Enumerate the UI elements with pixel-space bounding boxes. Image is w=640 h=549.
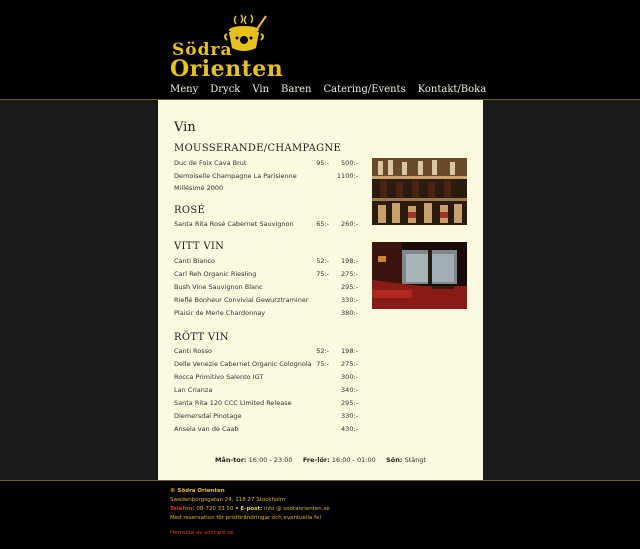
wine-name: Ansela van de Caab	[174, 425, 239, 433]
section-title-rose: ROSÉ	[174, 205, 206, 216]
nav-meny[interactable]: Meny	[170, 84, 198, 95]
nav-baren[interactable]: Baren	[281, 84, 311, 95]
header: Södra Orienten Meny Dryck Vin Baren Cate…	[0, 0, 640, 100]
wine-name: Rocca Primitivo Salento IGT	[174, 373, 264, 381]
glass-price: 75:-	[316, 360, 329, 368]
wine-name: Plaisir de Merle Chardonnay	[174, 309, 266, 317]
wine-name: Carl Reh Organic Riesling	[174, 270, 257, 278]
restaurant-interior-photo	[372, 242, 467, 309]
glass-price: 75:-	[316, 270, 329, 278]
hours-mon: 16:00 - 23:00	[248, 456, 293, 464]
bottle-price: 275:-	[341, 270, 358, 278]
wine-name: Santa Rita 120 CCC Limited Release	[174, 399, 292, 407]
nav-vin[interactable]: Vin	[252, 84, 269, 95]
footer-reservation: Med reservation för prisförändringar och…	[170, 515, 322, 521]
footer: © Södra Orienten Swedenborgsgatan 24, 11…	[0, 481, 640, 549]
main-nav: Meny Dryck Vin Baren Catering/Events Kon…	[170, 84, 498, 95]
wine-name: Delle Venezie Cabernet Organic Colognola	[174, 360, 312, 368]
logo-line2: Orienten	[170, 56, 284, 82]
wine-name: Canti Rosso	[174, 347, 213, 355]
wine-name: Demoiselle Champagne La Parisienne Millé…	[174, 172, 297, 192]
wine-bottles-photo	[372, 158, 467, 225]
glass-price: 52:-	[316, 347, 329, 355]
wine-name: Canti Bianco	[174, 257, 215, 265]
nav-catering-events[interactable]: Catering/Events	[324, 84, 406, 95]
glass-price: 95:-	[316, 159, 329, 167]
bottle-price: 295:-	[341, 283, 358, 291]
section-title-vitt-vin: VITT VIN	[174, 241, 225, 252]
hours-fri-label: Fre-lör:	[302, 456, 330, 464]
email-link[interactable]: info @ sodraorienten.se	[264, 506, 330, 512]
bottle-price: 275:-	[341, 360, 358, 368]
bottle-price: 260:-	[341, 220, 358, 228]
credit-label: Hemsida av	[170, 530, 203, 536]
hours-sun: Stängt	[404, 456, 427, 464]
bottle-price: 198:-	[341, 257, 358, 265]
footer-contact: Telefon: 08-720 33 50 • E-post: info @ s…	[170, 506, 330, 512]
bottle-price: 300:-	[341, 373, 358, 381]
bottle-price: 295:-	[341, 399, 358, 407]
section-title-mousserande: MOUSSERANDE/CHAMPAGNE	[174, 143, 342, 154]
nav-dryck[interactable]: Dryck	[210, 84, 240, 95]
hours-fri: 16:00 - 01:00	[331, 456, 376, 464]
bottle-price: 198:-	[341, 347, 358, 355]
wine-name: Bush Vine Sauvignon Blanc	[174, 283, 263, 291]
credit-link[interactable]: soccarb.se	[204, 530, 233, 536]
footer-credit: Hemsida av soccarb.se	[170, 530, 234, 536]
opening-hours: Mån-tor: 16:00 - 23:00 Fre-lör: 16:00 - …	[158, 456, 483, 464]
footer-name: © Södra Orienten	[170, 488, 225, 494]
email-label: E-post:	[240, 506, 263, 512]
wine-name: Diemersdal Pinotage	[174, 412, 242, 420]
glass-price: 65:-	[316, 220, 329, 228]
phone-label: Telefon:	[170, 506, 195, 512]
wine-name: Duc de Foix Cava Brut	[174, 159, 247, 167]
bottle-price: 330:-	[341, 296, 358, 304]
glass-price: 52:-	[316, 257, 329, 265]
bottle-price: 340:-	[341, 386, 358, 394]
main-content: Vin MOUSSERANDE/CHAMPAGNE Duc de Foix Ca…	[158, 100, 483, 480]
section-title-rott-vin: RÖTT VIN	[174, 332, 229, 343]
bottle-price: 430:-	[341, 425, 358, 433]
bottle-price: 380:-	[341, 309, 358, 317]
nav-kontakt-boka[interactable]: Kontakt/Boka	[418, 84, 486, 95]
wine-name: Rieflé Bonheur Convivial Gewurztraminer	[174, 296, 309, 304]
logo[interactable]: Södra Orienten	[170, 14, 284, 84]
wine-name: Santa Rita Rosé Cabernet Sauvignon	[174, 220, 294, 228]
footer-address: Swedenborgsgatan 24, 118 27 Stockholm	[170, 497, 286, 503]
bottle-price: 500:-	[341, 159, 358, 167]
hours-mon-label: Mån-tor:	[214, 456, 247, 464]
phone-number: 08-720 33 50	[196, 506, 234, 512]
wine-name: Lan Crianza	[174, 386, 213, 394]
bottle-price: 1100:-	[336, 172, 358, 180]
page-title: Vin	[174, 120, 196, 135]
bottle-price: 330:-	[341, 412, 358, 420]
hours-sun-label: Sön:	[386, 456, 403, 464]
